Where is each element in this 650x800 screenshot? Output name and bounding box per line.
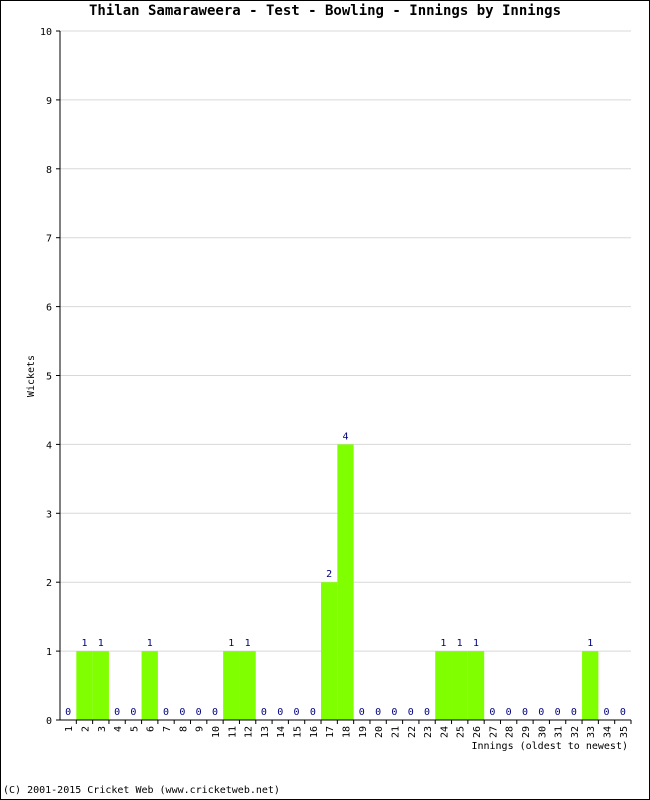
- x-axis-label: Innings (oldest to newest): [471, 741, 628, 752]
- data-label: 1: [440, 638, 446, 649]
- data-label: 1: [457, 638, 463, 649]
- x-tick-label: 32: [570, 726, 581, 738]
- data-label: 0: [489, 707, 495, 718]
- data-label: 0: [212, 707, 218, 718]
- data-label: 0: [555, 707, 561, 718]
- data-label: 0: [65, 707, 71, 718]
- data-label: 1: [473, 638, 479, 649]
- data-label: 0: [571, 707, 577, 718]
- x-tick-label: 15: [293, 726, 304, 738]
- x-tick-label: 31: [554, 726, 565, 738]
- x-tick-label: 26: [472, 726, 483, 738]
- x-tick-label: 20: [374, 726, 385, 738]
- data-label: 0: [114, 707, 120, 718]
- data-label: 1: [98, 638, 104, 649]
- x-tick-label: 17: [325, 726, 336, 738]
- data-label: 0: [375, 707, 381, 718]
- data-label: 1: [245, 638, 251, 649]
- data-label: 1: [81, 638, 87, 649]
- y-axis-label: Wickets: [26, 355, 37, 397]
- bar: [451, 651, 468, 720]
- data-label: 0: [391, 707, 397, 718]
- x-tick-label: 27: [488, 726, 499, 738]
- y-tick-label: 4: [46, 440, 52, 451]
- bar: [321, 582, 338, 720]
- x-tick-label: 1: [64, 726, 75, 732]
- y-tick-label: 8: [46, 165, 52, 176]
- data-label: 0: [294, 707, 300, 718]
- copyright-footer: (C) 2001-2015 Cricket Web (www.cricketwe…: [3, 785, 280, 796]
- x-tick-label: 6: [146, 726, 157, 732]
- y-tick-label: 6: [46, 303, 52, 314]
- x-tick-label: 29: [521, 726, 532, 738]
- x-tick-label: 14: [276, 726, 287, 738]
- x-tick-label: 2: [80, 726, 91, 732]
- x-tick-label: 22: [407, 726, 418, 738]
- x-tick-label: 35: [619, 726, 630, 738]
- y-tick-label: 1: [46, 647, 52, 658]
- x-tick-label: 12: [244, 726, 255, 738]
- x-tick-label: 24: [439, 726, 450, 738]
- x-tick-label: 9: [195, 726, 206, 732]
- x-tick-label: 10: [211, 726, 222, 738]
- x-tick-label: 30: [537, 726, 548, 738]
- x-tick-label: 7: [162, 726, 173, 732]
- x-tick-label: 4: [113, 726, 124, 732]
- data-label: 0: [179, 707, 185, 718]
- bar: [92, 651, 109, 720]
- data-label: 0: [604, 707, 610, 718]
- bar: [141, 651, 158, 720]
- data-label: 2: [326, 569, 332, 580]
- data-label: 1: [147, 638, 153, 649]
- y-tick-label: 2: [46, 578, 52, 589]
- bar: [467, 651, 485, 720]
- x-tick-label: 8: [178, 726, 189, 732]
- y-tick-label: 5: [46, 372, 52, 383]
- bar: [239, 651, 256, 720]
- data-label: 0: [522, 707, 528, 718]
- data-label: 0: [130, 707, 136, 718]
- x-tick-label: 28: [505, 726, 516, 738]
- data-label: 0: [261, 707, 267, 718]
- x-tick-label: 5: [129, 726, 140, 732]
- x-tick-label: 25: [456, 726, 467, 738]
- data-label: 0: [277, 707, 283, 718]
- y-tick-label: 3: [46, 509, 52, 520]
- data-label: 0: [359, 707, 365, 718]
- x-tick-label: 3: [97, 726, 108, 732]
- bar-chart: 01 10 010 0 0 01 10 0 0 0240 0 0 0 01 1 10 0 0 0 0 010 0 0123…: [26, 27, 632, 752]
- data-label: 0: [163, 707, 169, 718]
- x-tick-label: 19: [358, 726, 369, 738]
- y-tick-label: 0: [46, 716, 52, 727]
- data-label: 0: [506, 707, 512, 718]
- bar: [223, 651, 240, 720]
- x-tick-label: 21: [390, 726, 401, 738]
- y-tick-label: 9: [46, 96, 52, 107]
- data-label: 1: [587, 638, 593, 649]
- data-label: 0: [620, 707, 626, 718]
- bar: [76, 651, 93, 720]
- x-tick-label: 16: [309, 726, 320, 738]
- data-label: 0: [408, 707, 414, 718]
- x-tick-label: 33: [586, 726, 597, 738]
- data-label: 1: [228, 638, 234, 649]
- data-label: 0: [196, 707, 202, 718]
- data-label: 4: [342, 431, 348, 442]
- data-label: 0: [424, 707, 430, 718]
- x-tick-label: 11: [227, 726, 238, 738]
- x-tick-label: 23: [423, 726, 434, 738]
- y-tick-label: 10: [40, 27, 52, 38]
- x-tick-label: 34: [603, 726, 614, 738]
- bar: [582, 651, 599, 720]
- bar: [435, 651, 452, 720]
- x-tick-label: 18: [342, 726, 353, 738]
- x-tick-label: 13: [260, 726, 271, 738]
- y-tick-label: 7: [46, 234, 52, 245]
- data-label: 0: [310, 707, 316, 718]
- data-label: 0: [538, 707, 544, 718]
- bar: [337, 444, 354, 720]
